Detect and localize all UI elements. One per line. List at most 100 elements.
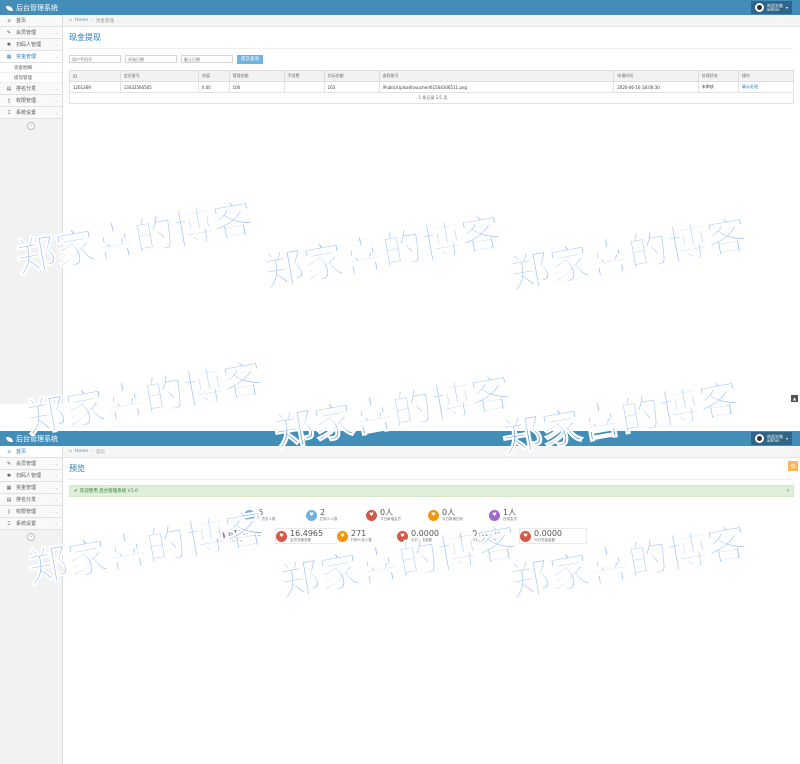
brand-title: 后台管理系统 (16, 435, 58, 443)
stat-label: 今日充值金额 (534, 538, 555, 542)
cell-fee (283, 81, 325, 93)
column-header[interactable]: ID (69, 70, 121, 82)
page-title: 预览 (69, 461, 794, 480)
stat-new-members: ♥ 0人 今日新增会员 (366, 507, 434, 523)
sidebar-item-funds[interactable]: ▦ 资金管理 ⌄ (0, 482, 62, 494)
start-date-input[interactable] (125, 55, 177, 63)
page-title: 现金提现 (69, 30, 794, 49)
user-info: 欢迎光临 admin (767, 3, 783, 12)
home-icon: ⌂ (7, 17, 11, 24)
top-navbar: 后台管理系统 欢迎光临 admin ▾ (0, 0, 800, 15)
sidebar-label: 首页 (16, 18, 27, 24)
chevron-down-icon: ⌄ (54, 473, 58, 478)
edit-icon: ✎ (6, 29, 12, 36)
sidebar-label: 系统设置 (16, 521, 37, 527)
sidebar-collapse-icon[interactable]: « (27, 122, 35, 130)
stat-icon: ♥ (276, 530, 287, 542)
sidebar-item-ranking[interactable]: ▤ 排名分发 ⌄ (0, 83, 62, 95)
withdraw-table: ID 会员账号 充值 管理金额 手续费 实际金额 收款账号 申请时间 处理状态 … (69, 70, 795, 104)
confirm-process-link[interactable]: 确认处理 (737, 81, 795, 93)
stat-label: 今日新增扫码 (442, 517, 463, 521)
sidebar-item-scanners[interactable]: ✱ 扫码人管理 ⌄ (0, 39, 62, 51)
table-header-row: ID 会员账号 充值 管理金额 手续费 实际金额 收款账号 申请时间 处理状态 … (69, 70, 795, 82)
stat-value: 6 (258, 508, 264, 517)
sidebar-label: 资金管理 (16, 485, 37, 491)
user-menu[interactable]: 欢迎光临 admin ▾ (750, 1, 792, 14)
stat-value: 1人 (503, 508, 517, 517)
sidebar-item-funds[interactable]: ▦ 资金管理 ⌄ (0, 51, 62, 63)
breadcrumb-home[interactable]: Home (75, 18, 88, 23)
sidebar-label: 会员管理 (16, 30, 37, 36)
sidebar-subitem-fund-details[interactable]: 资金明细 (0, 63, 62, 73)
phone-input[interactable] (69, 55, 121, 63)
column-header[interactable]: 会员账号 (119, 70, 199, 82)
table-row: 1261369 13432566565 0.00 100 163 /Public… (69, 81, 795, 93)
column-header[interactable]: 申请时间 (613, 70, 699, 82)
sidebar-item-members[interactable]: ✎ 会员管理 ⌄ (0, 458, 62, 470)
sidebar-item-members[interactable]: ✎ 会员管理 ⌄ (0, 27, 62, 39)
stat-icon: ♥ (428, 509, 439, 521)
stat-label: 扫码人总人数 (351, 538, 372, 542)
alert-text: 欢迎使用 后台管理系统 V1.0 (79, 489, 138, 494)
query-button[interactable]: 提交查询 (237, 54, 263, 64)
caret-down-icon: ▾ (785, 5, 788, 10)
stat-label: 会员充值总额 (290, 538, 311, 542)
leaf-icon (6, 5, 13, 11)
stat-value: 0.0000 (472, 529, 500, 538)
chevron-down-icon: ⌄ (54, 98, 58, 103)
list-icon: ▤ (6, 496, 12, 503)
sidebar-item-scanners[interactable]: ✱ 扫码人管理 ⌄ (0, 470, 62, 482)
column-header[interactable]: 充值 (197, 70, 230, 82)
cell-account: 13432566565 (119, 81, 199, 93)
stat-label: 今日新增会员 (380, 517, 401, 521)
stat-online-members: ♥ 1人 在线会员 (489, 507, 557, 523)
column-header[interactable]: 收款账号 (378, 70, 615, 82)
calendar-icon: ▦ (6, 484, 12, 491)
scroll-top-icon[interactable]: ▲ (791, 395, 798, 402)
sidebar-item-home[interactable]: ⌂ 首页 (0, 15, 62, 27)
cell-manage-amount: 100 (228, 81, 285, 93)
breadcrumb-separator: › (91, 18, 93, 23)
stat-label: 今日提现金额 (411, 538, 432, 542)
star-icon: ✱ (6, 41, 12, 48)
stat-value: 0人 (442, 508, 456, 517)
sidebar-collapse-icon[interactable]: « (27, 533, 35, 541)
sidebar-item-ranking[interactable]: ▤ 排名分发 ⌄ (0, 494, 62, 506)
stat-icon: ♥ (244, 509, 255, 521)
end-date-input[interactable] (181, 55, 233, 63)
chevron-down-icon: ⌄ (54, 461, 58, 466)
sidebar-item-home[interactable]: ⌂ 首页 (0, 446, 62, 458)
chevron-down-icon: ⌄ (54, 509, 58, 514)
column-header[interactable]: 操作 (737, 70, 795, 82)
brand[interactable]: 后台管理系统 (6, 3, 58, 13)
sidebar-item-settings[interactable]: ⌶ 系统设置 ⌄ (0, 518, 62, 530)
stat-icon: ♥ (489, 509, 500, 521)
sidebar-label: 排名分发 (16, 497, 37, 503)
sidebar-label: 扫码人管理 (16, 473, 42, 479)
sidebar-subitem-withdraw[interactable]: 提现管理 (0, 73, 62, 83)
breadcrumb-home[interactable]: Home (75, 449, 88, 454)
home-icon: ⌂ (7, 448, 11, 455)
check-icon: ✔ (74, 488, 78, 494)
sidebar-label: 权限管理 (16, 509, 37, 515)
column-header[interactable]: 管理金额 (228, 70, 285, 82)
sidebar-label: 资金管理 (16, 54, 37, 60)
column-header[interactable]: 手续费 (283, 70, 325, 82)
brand[interactable]: 后台管理系统 (6, 434, 58, 444)
sidebar-item-permissions[interactable]: ▯ 权限管理 ⌄ (0, 95, 62, 107)
column-header[interactable]: 实际金额 (323, 70, 380, 82)
pager-row: 1 条记录 1/1 页 (69, 92, 794, 104)
list-icon: ▤ (6, 85, 12, 92)
sidebar-label: 扫码人管理 (16, 42, 42, 48)
withdraw-screen: 后台管理系统 欢迎光临 admin ▾ ⌂ 首页 ✎ 会员管理 ⌄ ✱ 扫码人管理 ⌄ ▦ 资… (0, 0, 800, 404)
stat-members-total: ♥ 6 会员总人数 (244, 507, 312, 523)
chevron-down-icon: ⌄ (54, 110, 58, 115)
sidebar-item-settings[interactable]: ⌶ 系统设置 ⌄ (0, 107, 62, 119)
sidebar-item-permissions[interactable]: ▯ 权限管理 ⌄ (0, 506, 62, 518)
stat-icon: ♥ (520, 530, 531, 542)
column-header[interactable]: 处理状态 (697, 70, 739, 82)
close-icon[interactable]: × (786, 488, 790, 494)
stat-label: 扫码人人数 (320, 517, 338, 521)
user-menu[interactable]: 欢迎光临 admin ▾ (750, 432, 792, 445)
stat-value: 0.0000 (534, 529, 562, 538)
